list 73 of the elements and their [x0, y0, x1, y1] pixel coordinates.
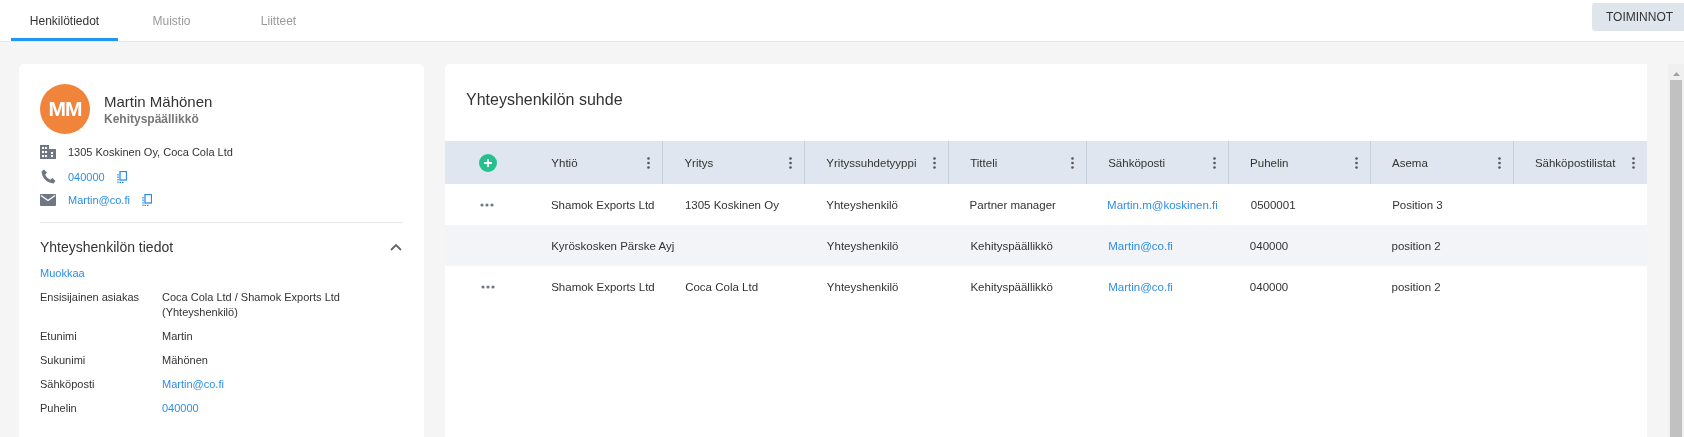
- table-cell: Kehityspäällikkö: [970, 280, 1053, 293]
- panel-title: Yhteyshenkilön suhde: [465, 90, 624, 110]
- table-cell: 040000: [1249, 239, 1289, 252]
- table-row[interactable]: Kyröskosken Pärske Ayj Yhteyshenkilö Kehityspäällikkö Martin@co.fi 040000 position 2: [445, 225, 1647, 266]
- column-menu-icon[interactable]: [1213, 156, 1217, 169]
- column-menu-icon[interactable]: [933, 156, 937, 169]
- field-link[interactable]: 040000: [162, 401, 402, 416]
- table-cell: Kyröskosken Pärske Ayj: [551, 239, 675, 252]
- email-link[interactable]: Martin.m@koskinen.fi: [1107, 198, 1218, 211]
- email-link[interactable]: Martin@co.fi: [1108, 239, 1173, 252]
- table-row[interactable]: Shamok Exports Ltd Coca Cola Ltd Yhteyshenkilö Kehityspäällikkö Martin@co.fi 040000 position 2: [445, 266, 1647, 307]
- table-cell: Partner manager: [969, 198, 1056, 211]
- table-cell: 040000: [1249, 280, 1289, 293]
- field-label: Sukunimi: [40, 353, 87, 368]
- column-header: Sähköposti: [1108, 156, 1166, 169]
- building-icon: [40, 144, 56, 159]
- column-menu-icon[interactable]: [647, 156, 651, 169]
- table-cell: Yhteyshenkilö: [826, 198, 898, 211]
- table-cell: 0500001: [1250, 198, 1296, 211]
- tab[interactable]: Muistio: [118, 3, 225, 41]
- avatar: MM: [40, 84, 90, 134]
- table-cell: Shamok Exports Ltd: [550, 198, 655, 211]
- column-header: Sähköpostilistat: [1534, 156, 1616, 169]
- column-menu-icon[interactable]: [1497, 156, 1501, 169]
- field-label: Etunimi: [40, 329, 78, 344]
- table-cell: position 2: [1391, 280, 1441, 293]
- table-cell: Coca Cola Ltd: [685, 280, 759, 293]
- field-label: Sähköposti: [40, 377, 96, 392]
- field-value: Mähönen: [162, 353, 209, 368]
- table-row[interactable]: Shamok Exports Ltd 1305 Koskinen Oy Yhteyshenkilö Partner manager Martin.m@koskinen.fi 0500001 Position 3: [445, 184, 1647, 225]
- contact-title: Kehityspäällikkö: [104, 111, 200, 126]
- column-header: Yritys: [684, 156, 714, 169]
- company-names: 1305 Koskinen Oy, Coca Cola Ltd: [68, 145, 233, 158]
- contact-name: Martin Mähönen: [104, 92, 213, 110]
- column-menu-icon[interactable]: [1631, 156, 1635, 169]
- mail-icon: [40, 194, 56, 206]
- scrollbar[interactable]: [1668, 64, 1684, 437]
- column-header: Puhelin: [1250, 156, 1289, 169]
- column-header: Yrityssuhdetyyppi: [826, 156, 917, 169]
- field-link[interactable]: Martin@co.fi: [162, 377, 402, 392]
- field-label: Puhelin: [40, 401, 78, 416]
- column-menu-icon[interactable]: [1071, 156, 1075, 169]
- tab[interactable]: Liitteet: [225, 3, 332, 41]
- table-cell: Position 3: [1392, 198, 1443, 211]
- chevron-icon[interactable]: [390, 243, 402, 251]
- table-cell: 1305 Koskinen Oy: [684, 198, 779, 211]
- field-value: Coca Cola Ltd / Shamok Exports Ltd (Yhteyshenkilö): [162, 290, 341, 320]
- table-cell: Kehityspäällikkö: [970, 239, 1053, 252]
- plus-icon: [482, 157, 493, 168]
- more-icon[interactable]: [480, 284, 495, 289]
- more-icon[interactable]: [480, 202, 495, 207]
- phone-icon: [40, 169, 56, 184]
- scroll-up-icon: [1672, 72, 1680, 76]
- email-link[interactable]: Martin@co.fi: [1108, 280, 1173, 293]
- tab[interactable]: Henkilötiedot: [11, 3, 118, 41]
- copy-icon: [141, 194, 152, 206]
- column-header: Titteli: [970, 156, 998, 169]
- table-cell: position 2: [1391, 239, 1441, 252]
- field-label: Ensisijainen asiakas: [40, 290, 141, 305]
- table-cell: Shamok Exports Ltd: [551, 280, 655, 293]
- column-menu-icon[interactable]: [1355, 156, 1358, 169]
- table-cell: Yhteyshenkilö: [826, 239, 899, 252]
- edit-link[interactable]: Muokkaa: [40, 267, 85, 279]
- actions-button[interactable]: TOIMINNOT: [1592, 3, 1684, 31]
- phone-link[interactable]: 040000: [68, 170, 105, 183]
- email-link[interactable]: Martin@co.fi: [68, 194, 130, 206]
- copy-icon: [116, 170, 127, 183]
- column-header: Asema: [1392, 156, 1428, 169]
- table-cell: Yhteyshenkilö: [826, 280, 899, 293]
- column-header: Yhtiö: [551, 156, 578, 169]
- column-menu-icon[interactable]: [789, 156, 793, 169]
- section-title: Yhteyshenkilön tiedot: [40, 239, 174, 255]
- field-value: Martin: [162, 329, 194, 344]
